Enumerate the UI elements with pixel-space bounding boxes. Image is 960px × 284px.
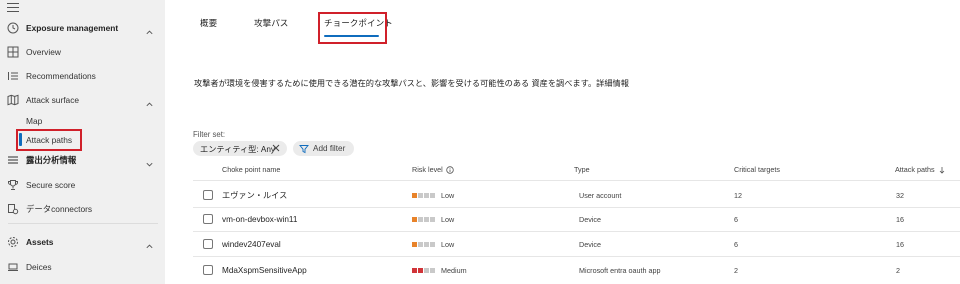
attack-paths-count: 2 xyxy=(896,265,900,275)
list-icon xyxy=(7,70,19,82)
map-icon xyxy=(7,94,19,106)
table-row[interactable]: MdaXspmSensitiveApp Medium Microsoft ent… xyxy=(193,258,960,282)
entity-type: Microsoft entra oauth app xyxy=(579,265,661,275)
nav-assets-label: Assets xyxy=(26,237,54,247)
table-row[interactable]: vm-on-devbox-win11 Low Device 6 16 xyxy=(193,207,960,231)
row-checkbox[interactable] xyxy=(203,190,213,200)
risk-level-label: Low xyxy=(441,214,455,224)
add-filter-button[interactable]: Add filter xyxy=(293,141,354,156)
sidebar-divider xyxy=(8,223,158,224)
risk-level-bars xyxy=(412,216,435,222)
choke-point-name[interactable]: vm-on-devbox-win11 xyxy=(222,207,297,231)
attack-paths-count: 16 xyxy=(896,239,904,249)
entity-type-filter-pill[interactable]: エンティティ型: Any xyxy=(193,141,287,156)
filter-icon xyxy=(299,144,309,153)
info-icon[interactable] xyxy=(446,165,454,174)
tab-attack-paths[interactable]: 攻撃パス xyxy=(254,13,288,33)
critical-targets: 2 xyxy=(734,265,738,275)
laptop-icon xyxy=(7,261,19,273)
critical-targets: 6 xyxy=(734,214,738,224)
nav-secure-score-label: Secure score xyxy=(26,180,76,190)
tab-overview[interactable]: 概要 xyxy=(200,13,217,33)
chevron-up-icon[interactable] xyxy=(145,238,154,248)
grid-icon xyxy=(7,46,19,58)
risk-level: Low xyxy=(412,232,454,256)
row-checkbox[interactable] xyxy=(203,214,213,224)
nav-secure-score[interactable]: Secure score xyxy=(0,174,165,196)
column-header-critical-targets[interactable]: Critical targets xyxy=(734,165,780,174)
nav-overview-label: Overview xyxy=(26,47,61,57)
column-header-name-label: Choke point name xyxy=(222,165,281,174)
risk-level-label: Medium xyxy=(441,265,467,275)
table-header-divider xyxy=(193,180,960,181)
risk-level-label: Low xyxy=(441,239,455,249)
risk-level: Low xyxy=(412,207,454,231)
risk-level-bars xyxy=(412,241,435,247)
critical-targets: 12 xyxy=(734,190,742,200)
nav-recommendations[interactable]: Recommendations xyxy=(0,65,165,87)
row-checkbox[interactable] xyxy=(203,265,213,275)
hamburger-icon[interactable] xyxy=(7,3,19,12)
entity-type: Device xyxy=(579,239,601,249)
chevron-up-icon[interactable] xyxy=(145,24,154,34)
column-header-name[interactable]: Choke point name xyxy=(222,165,280,174)
risk-level: Medium xyxy=(412,258,467,282)
column-header-type-label: Type xyxy=(574,165,590,174)
filter-set-label: Filter set: xyxy=(193,130,226,139)
table-row[interactable]: エヴァン・ルイス Low User account 12 32 xyxy=(193,183,960,207)
sort-descending-icon[interactable] xyxy=(938,166,946,174)
row-checkbox[interactable] xyxy=(203,239,213,249)
risk-level-label: Low xyxy=(441,190,455,200)
nav-recommendations-label: Recommendations xyxy=(26,71,96,81)
risk-level-bars xyxy=(412,267,435,273)
entity-type-filter-label: エンティティ型: Any xyxy=(200,144,275,154)
attack-paths-count: 16 xyxy=(896,214,904,224)
column-header-risk[interactable]: Risk level xyxy=(412,165,454,174)
page-description: 攻撃者が環境を侵害するために使用できる潜在的な攻撃パスと、影響を受ける可能性のあ… xyxy=(194,79,629,88)
nav-devices[interactable]: Deices xyxy=(0,256,165,278)
nav-data-connectors[interactable]: データconnectors xyxy=(0,198,165,220)
nav-exposure-management[interactable]: Exposure management xyxy=(0,17,165,39)
choke-point-name[interactable]: MdaXspmSensitiveApp xyxy=(222,258,307,282)
choke-point-name[interactable]: windev2407eval xyxy=(222,232,281,256)
nav-exposure-insights-label: 露出分析情報 xyxy=(26,155,77,165)
nav-map-label: Map xyxy=(26,116,43,126)
choke-points-tab-highlight xyxy=(318,12,387,44)
list-icon xyxy=(7,154,19,166)
row-divider xyxy=(193,256,960,257)
entity-type: User account xyxy=(579,190,622,200)
nav-exposure-management-label: Exposure management xyxy=(26,23,119,33)
nav-attack-surface-label: Attack surface xyxy=(26,95,80,105)
chevron-up-icon[interactable] xyxy=(145,96,154,106)
clock-icon xyxy=(7,22,19,34)
nav-attack-surface[interactable]: Attack surface xyxy=(0,89,165,111)
attack-paths-highlight xyxy=(16,129,82,151)
nav-devices-label: Deices xyxy=(26,262,52,272)
column-header-type[interactable]: Type xyxy=(574,165,590,174)
column-header-attack-paths[interactable]: Attack paths xyxy=(895,165,946,174)
nav-exposure-insights[interactable]: 露出分析情報 xyxy=(0,149,165,171)
column-header-critical-label: Critical targets xyxy=(734,165,780,174)
column-header-attack-paths-label: Attack paths xyxy=(895,165,935,174)
risk-level-bars xyxy=(412,192,435,198)
nav-data-connectors-label: データconnectors xyxy=(26,204,93,214)
choke-point-name[interactable]: エヴァン・ルイス xyxy=(222,183,287,207)
gear-icon xyxy=(7,236,19,248)
nav-overview[interactable]: Overview xyxy=(0,41,165,63)
add-filter-label: Add filter xyxy=(313,144,346,153)
attack-paths-count: 32 xyxy=(896,190,904,200)
chevron-down-icon[interactable] xyxy=(145,156,154,166)
trophy-icon xyxy=(7,179,19,191)
connector-icon xyxy=(7,203,19,215)
critical-targets: 6 xyxy=(734,239,738,249)
close-icon[interactable] xyxy=(271,143,281,153)
table-row[interactable]: windev2407eval Low Device 6 16 xyxy=(193,232,960,256)
nav-assets[interactable]: Assets xyxy=(0,231,165,253)
column-header-risk-label: Risk level xyxy=(412,165,443,174)
entity-type: Device xyxy=(579,214,601,224)
risk-level: Low xyxy=(412,183,454,207)
